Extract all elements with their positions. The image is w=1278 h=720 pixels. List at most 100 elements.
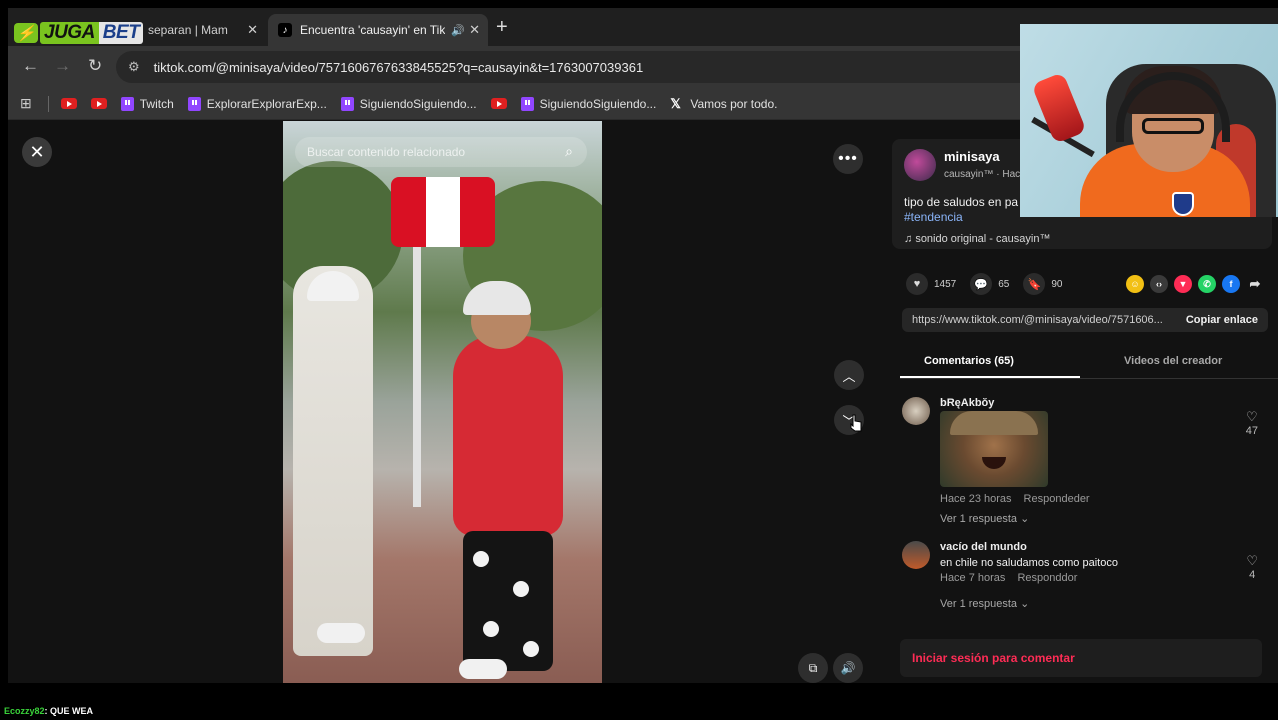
chat-username: Ecozzy82: [4, 706, 45, 716]
save-count: 90: [1051, 278, 1063, 290]
youtube-icon: [490, 98, 507, 109]
ellipsis-icon: •••: [838, 150, 858, 167]
tab-comments[interactable]: Comentarios (65): [924, 355, 1014, 367]
like-count: 1457: [934, 278, 957, 290]
bookmark-youtube-2[interactable]: [90, 98, 107, 109]
comment-time: Hace 7 horas: [940, 572, 1006, 584]
jugabet-logo: ⚡ JUGA BET: [14, 22, 144, 44]
comment-like-button[interactable]: ♡ 4: [1246, 553, 1258, 581]
new-tab-button[interactable]: +: [496, 16, 508, 39]
floating-player-button[interactable]: ⧉: [798, 653, 828, 683]
speaker-icon[interactable]: 🔊: [451, 24, 465, 37]
site-settings-icon[interactable]: ⚙: [128, 59, 140, 75]
comment-like-count: 47: [1245, 425, 1258, 437]
bookmark-icon: 🔖: [1023, 273, 1046, 295]
video-player[interactable]: Buscar contenido relacionado ⌕: [283, 121, 602, 683]
twitch-icon: [340, 96, 354, 111]
tab-close-icon[interactable]: ✕: [469, 22, 480, 38]
hashtag-link[interactable]: #tendencia: [904, 210, 963, 224]
related-search-input[interactable]: Buscar contenido relacionado ⌕: [295, 137, 587, 167]
back-arrow-icon[interactable]: ←: [22, 56, 39, 76]
bookmark-youtube-3[interactable]: [490, 98, 507, 109]
post-link-text: https://www.tiktok.com/@minisaya/video/7…: [912, 314, 1163, 326]
video-pants: [463, 531, 553, 671]
bookmark-vamos[interactable]: 𝕏 Vamos por todo.: [670, 96, 777, 111]
reload-icon[interactable]: ↻: [88, 56, 102, 76]
tab-close-icon[interactable]: ✕: [247, 22, 258, 38]
search-placeholder: Buscar contenido relacionado: [307, 145, 466, 159]
reply-link[interactable]: Responddor: [1017, 572, 1077, 584]
twitch-icon: [520, 96, 534, 111]
bookmark-label: Twitch: [139, 96, 174, 111]
video-shoe: [459, 659, 507, 679]
login-to-comment-button[interactable]: Iniciar sesión para comentar: [900, 639, 1262, 677]
address-bar[interactable]: ⚙ tiktok.com/@minisaya/video/75716067676…: [116, 51, 1116, 83]
view-replies-link[interactable]: Ver 1 respuesta ⌄: [940, 597, 1029, 610]
close-viewer-button[interactable]: ✕: [22, 137, 52, 167]
panel-tabs: Comentarios (65) Videos del creador: [900, 349, 1278, 379]
tab-creator-videos[interactable]: Videos del creador: [1124, 355, 1222, 367]
forward-arrow-icon[interactable]: →: [54, 56, 71, 76]
share-tiktok-icon[interactable]: ▼: [1174, 275, 1192, 293]
close-icon: ✕: [29, 141, 45, 162]
bookmark-youtube-1[interactable]: [60, 98, 77, 109]
commenter-avatar[interactable]: [902, 397, 930, 425]
facebook-icon[interactable]: f: [1222, 275, 1240, 293]
copy-link-box: https://www.tiktok.com/@minisaya/video/7…: [902, 308, 1268, 332]
share-buttons: ☺ ‹› ▼ ✆ f ➦: [1126, 275, 1270, 293]
like-button[interactable]: ♥ 1457: [906, 273, 956, 295]
bookmark-explorar[interactable]: ExplorarExplorarExp...: [187, 96, 327, 111]
chat-message: Ecozzy82: QUE WEA: [4, 706, 93, 716]
share-arrow-icon[interactable]: ➦: [1246, 275, 1264, 293]
commenter-name[interactable]: vacío del mundo: [940, 541, 1027, 553]
video-person-right: [453, 336, 563, 536]
sound-link[interactable]: ♫ sonido original - causayin™: [904, 233, 1050, 245]
tab-separan[interactable]: separan | Mam ✕: [148, 14, 266, 46]
bookmarks-divider: [47, 95, 49, 112]
creator-subline: causayin™ · Hac: [944, 169, 1021, 180]
whatsapp-icon[interactable]: ✆: [1198, 275, 1216, 293]
heart-outline-icon: ♡: [1246, 553, 1258, 568]
volume-button[interactable]: 🔊: [833, 653, 863, 683]
previous-video-button[interactable]: ︿: [834, 360, 864, 390]
microphone-icon: [1031, 71, 1087, 145]
comment-text: en chile no saludamos como paitoco: [940, 557, 1118, 569]
pants-flower: [513, 581, 529, 597]
flag-stripe: [425, 177, 461, 247]
gif-hat: [950, 411, 1038, 435]
heart-outline-icon: ♡: [1246, 409, 1258, 424]
engagement-stats: ♥ 1457 💬 65 🔖 90: [906, 273, 1077, 295]
comment-time: Hace 23 horas: [940, 493, 1012, 505]
chevron-up-icon: ︿: [842, 368, 856, 384]
comment-count: 65: [998, 278, 1010, 290]
reply-link[interactable]: Respondeder: [1024, 493, 1090, 505]
view-replies-link[interactable]: Ver 1 respuesta ⌄: [940, 512, 1029, 525]
flag-pole: [413, 247, 421, 507]
comment-button[interactable]: 💬 65: [970, 273, 1009, 295]
bookmark-siguiendo-2[interactable]: SiguiendoSiguiendo...: [520, 96, 656, 111]
search-icon[interactable]: ⌕: [565, 143, 573, 160]
copy-link-button[interactable]: Copiar enlace: [1186, 314, 1258, 326]
save-button[interactable]: 🔖 90: [1023, 273, 1063, 295]
embed-code-icon[interactable]: ‹›: [1150, 275, 1168, 293]
youtube-icon: [60, 98, 77, 109]
pants-flower: [473, 551, 489, 567]
bookmark-twitch[interactable]: Twitch: [120, 96, 174, 111]
creator-avatar[interactable]: [904, 149, 936, 181]
comment-like-button[interactable]: ♡ 47: [1246, 409, 1258, 437]
comment-item: vacío del mundo en chile no saludamos co…: [902, 541, 1262, 613]
tab-label: Encuentra 'causayin' en Tik: [300, 23, 446, 37]
commenter-avatar[interactable]: [902, 541, 930, 569]
creator-username[interactable]: minisaya: [944, 149, 1000, 164]
apps-grid-icon[interactable]: ⊞: [20, 95, 32, 112]
comment-gif[interactable]: [940, 411, 1048, 487]
peru-flag-icon: [391, 177, 495, 247]
tab-tiktok[interactable]: ♪ Encuentra 'causayin' en Tik 🔊 ✕: [268, 14, 488, 46]
url-text: tiktok.com/@minisaya/video/7571606767633…: [153, 59, 644, 75]
commenter-name[interactable]: bRęAkbŏy: [940, 397, 994, 409]
bookmark-siguiendo-1[interactable]: SiguiendoSiguiendo...: [340, 96, 477, 111]
comment-item: bRęAkbŏy Hace 23 horas Respondeder Ver 1 …: [902, 397, 1262, 527]
share-friends-icon[interactable]: ☺: [1126, 275, 1144, 293]
more-options-button[interactable]: •••: [833, 144, 863, 174]
comment-icon: 💬: [970, 273, 993, 295]
